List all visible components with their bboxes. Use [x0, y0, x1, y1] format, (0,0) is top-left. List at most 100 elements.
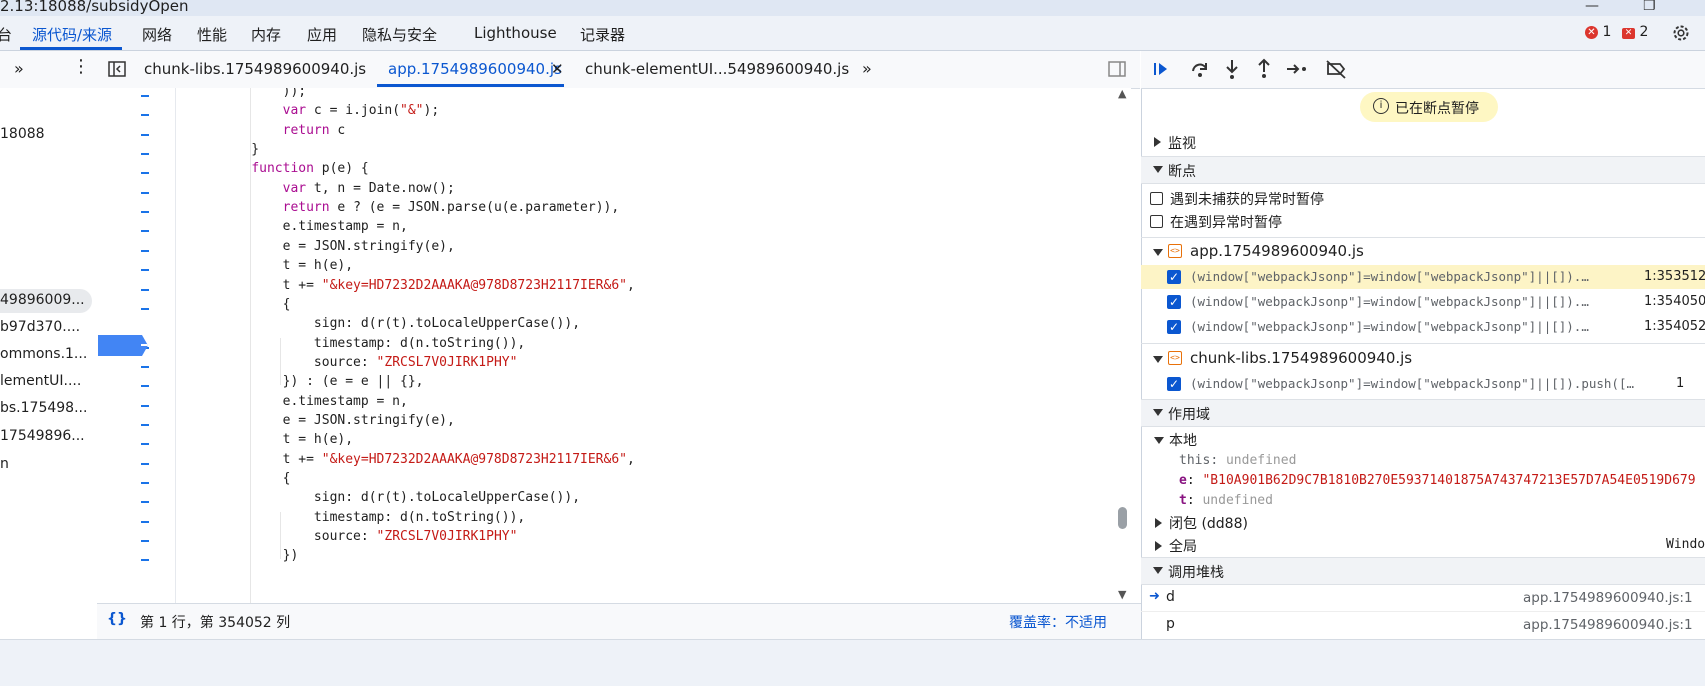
code-line[interactable]: timestamp: d(n.toString()),	[220, 510, 525, 525]
navigator-more-chevron-icon[interactable]: »	[14, 59, 24, 78]
watch-section-header[interactable]: 监视	[1141, 129, 1705, 155]
breakpoints-section-header[interactable]: 断点	[1141, 156, 1705, 184]
error-counter[interactable]: ✕ 1	[1585, 24, 1611, 40]
gutter-line-marker[interactable]	[141, 307, 149, 310]
scope-variable[interactable]: e: "B10A901B62D9C7B1810B270E59371401875A…	[1179, 473, 1705, 488]
breakpoint-row[interactable]: ✓ (window["webpackJsonp"]=window["webpac…	[1141, 372, 1705, 396]
pause-uncaught-checkbox[interactable]	[1150, 192, 1163, 205]
resume-icon[interactable]	[1151, 59, 1171, 79]
closure-scope-row[interactable]: 闭包 (dd88)	[1141, 512, 1705, 534]
scope-section-header[interactable]: 作用域	[1141, 399, 1705, 427]
code-line[interactable]: e.timestamp = n,	[220, 394, 408, 409]
tab-privacy-security[interactable]: 隐私与安全	[362, 24, 437, 45]
gutter-line-marker[interactable]	[141, 230, 149, 233]
gutter-line-marker[interactable]	[141, 520, 149, 523]
scrollbar-thumb[interactable]	[1118, 507, 1127, 529]
call-frame-row[interactable]: ➜ d app.1754989600940.js:1	[1141, 585, 1705, 612]
nav-item-app-file[interactable]: 49896009...	[0, 292, 85, 308]
step-out-icon[interactable]	[1255, 57, 1273, 79]
scope-variable[interactable]: this: undefined	[1179, 453, 1296, 468]
callstack-section-header[interactable]: 调用堆栈	[1141, 557, 1705, 585]
toggle-debugger-icon[interactable]	[1108, 61, 1126, 77]
code-line[interactable]: t += "&key=HD7232D2AAAKA@978D8723H2117IE…	[220, 452, 635, 467]
pretty-print-icon[interactable]: {}	[107, 611, 127, 627]
tab-recorder[interactable]: 记录器	[580, 24, 625, 45]
code-line[interactable]: })	[220, 548, 299, 563]
nav-item-file[interactable]: 17549896...	[0, 428, 85, 444]
nav-item-elementui[interactable]: lementUI....	[0, 373, 81, 389]
tab-lighthouse[interactable]: Lighthouse	[474, 24, 557, 42]
breakpoint-checkbox[interactable]: ✓	[1167, 270, 1181, 284]
gutter-line-marker[interactable]	[141, 443, 149, 446]
gutter-line-marker[interactable]	[141, 269, 149, 272]
gutter-line-marker[interactable]	[141, 114, 149, 117]
breakpoint-checkbox[interactable]: ✓	[1167, 377, 1181, 391]
nav-item-libs[interactable]: bs.175498...	[0, 400, 87, 416]
breakpoint-file-group[interactable]: <> chunk-libs.1754989600940.js	[1141, 347, 1705, 371]
tab-elements[interactable]: 台	[0, 24, 12, 45]
tab-performance[interactable]: 性能	[197, 24, 227, 45]
breakpoint-row[interactable]: ✓ (window["webpackJsonp"]=window["webpac…	[1141, 315, 1705, 339]
code-line[interactable]: }) : (e = e || {},	[220, 374, 424, 389]
code-line[interactable]: sign: d(r(t).toLocaleUpperCase()),	[220, 490, 580, 505]
minimize-icon[interactable]: —	[1585, 0, 1599, 14]
pause-caught-checkbox[interactable]	[1150, 215, 1163, 228]
code-editor[interactable]: )); var c = i.join("&"); return c } func…	[176, 88, 1116, 603]
code-line[interactable]: {	[220, 297, 291, 312]
gutter-line-marker[interactable]	[141, 288, 149, 291]
deactivate-breakpoints-icon[interactable]	[1325, 58, 1347, 80]
tab-sources[interactable]: 源代码/来源	[32, 24, 112, 45]
breakpoint-checkbox[interactable]: ✓	[1167, 295, 1181, 309]
code-line[interactable]: t = h(e),	[220, 432, 353, 447]
gutter-line-marker[interactable]	[141, 540, 149, 543]
call-frame-row[interactable]: p app.1754989600940.js:1	[1141, 612, 1705, 638]
scroll-down-arrow-icon[interactable]: ▼	[1118, 588, 1126, 601]
maximize-icon[interactable]: ❐	[1643, 0, 1656, 14]
code-line[interactable]: return c	[220, 123, 346, 138]
gutter-line-marker[interactable]	[141, 423, 149, 426]
gutter-line-marker[interactable]	[141, 559, 149, 562]
code-line[interactable]: }	[220, 142, 259, 157]
code-line[interactable]: sign: d(r(t).toLocaleUpperCase()),	[220, 316, 580, 331]
file-tab-chunk-libs[interactable]: chunk-libs.1754989600940.js	[144, 60, 366, 78]
gutter-line-marker[interactable]	[141, 404, 149, 407]
scope-variable[interactable]: t: undefined	[1179, 493, 1273, 508]
step-over-icon[interactable]	[1189, 59, 1211, 79]
nav-item-host[interactable]: 18088	[0, 126, 45, 142]
code-line[interactable]: {	[220, 471, 291, 486]
nav-item-file[interactable]: b97d370....	[0, 319, 80, 335]
scroll-up-arrow-icon[interactable]: ▲	[1118, 87, 1126, 100]
gutter-line-marker[interactable]	[141, 365, 149, 368]
code-line[interactable]: return e ? (e = JSON.parse(u(e.parameter…	[220, 200, 620, 215]
code-line[interactable]: source: "ZRCSL7V0JIRK1PHY"	[220, 529, 518, 544]
code-line[interactable]: t = h(e),	[220, 258, 353, 273]
step-into-icon[interactable]	[1223, 58, 1241, 80]
code-line[interactable]: e.timestamp = n,	[220, 219, 408, 234]
file-tab-chunk-elementui[interactable]: chunk-elementUI...54989600940.js	[585, 60, 849, 78]
more-tabs-chevron-icon[interactable]: »	[862, 59, 872, 78]
gutter-line-marker[interactable]	[141, 385, 149, 388]
gutter-line-marker[interactable]	[141, 211, 149, 214]
breakpoint-row[interactable]: ✓ (window["webpackJsonp"]=window["webpac…	[1141, 265, 1705, 289]
code-line[interactable]: var c = i.join("&");	[220, 103, 440, 118]
gutter-line-marker[interactable]	[141, 462, 149, 465]
code-vertical-scrollbar[interactable]: ▲ ▼	[1115, 87, 1131, 603]
tab-application[interactable]: 应用	[307, 24, 337, 45]
more-options-icon[interactable]: ⋮	[72, 56, 90, 77]
breakpoint-file-group[interactable]: <> app.1754989600940.js	[1141, 240, 1705, 264]
breakpoint-row[interactable]: ✓ (window["webpackJsonp"]=window["webpac…	[1141, 290, 1705, 314]
gutter-line-marker[interactable]	[141, 153, 149, 156]
close-tab-icon[interactable]: ✕	[551, 60, 564, 78]
code-line[interactable]: ));	[220, 88, 306, 99]
gutter-line-marker[interactable]	[141, 95, 149, 97]
code-line[interactable]: source: "ZRCSL7V0JIRK1PHY"	[220, 355, 518, 370]
nav-item-commons[interactable]: ommons.1...	[0, 346, 87, 362]
code-line[interactable]: function p(e) {	[220, 161, 368, 176]
coverage-status[interactable]: 覆盖率：不适用	[1009, 612, 1107, 632]
local-scope-header[interactable]: 本地	[1141, 429, 1705, 451]
gutter-line-marker[interactable]	[141, 133, 149, 136]
gutter-line-marker[interactable]	[141, 191, 149, 194]
global-scope-row[interactable]: 全局 Window	[1141, 535, 1705, 557]
settings-gear-icon[interactable]	[1671, 23, 1691, 43]
gutter-line-marker[interactable]	[141, 501, 149, 504]
